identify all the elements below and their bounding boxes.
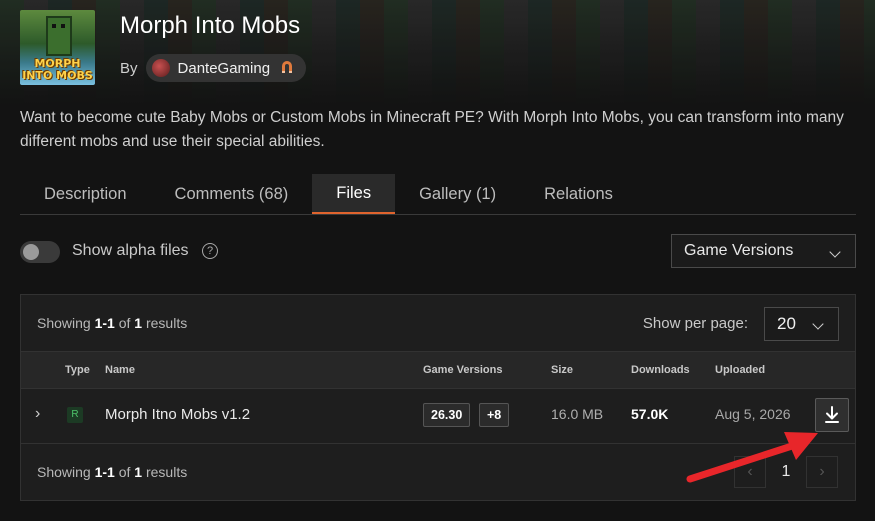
results-total: 1 xyxy=(134,315,143,331)
col-name: Name xyxy=(105,364,135,376)
project-title: Morph Into Mobs xyxy=(120,12,301,39)
col-downloads: Downloads xyxy=(631,364,690,376)
results-range: 1-1 xyxy=(94,315,115,331)
per-page-label: Show per page: xyxy=(642,315,748,332)
game-version-chip: 26.30 xyxy=(423,403,471,427)
results-summary-top: Showing 1-1 of 1 results xyxy=(37,315,187,331)
tab-bar: Description Comments (68) Files Gallery … xyxy=(20,174,856,215)
logo-mob-figure xyxy=(46,16,72,56)
download-icon xyxy=(825,406,839,423)
results-word: results xyxy=(145,315,188,331)
tab-description[interactable]: Description xyxy=(20,174,151,214)
author-name: DanteGaming xyxy=(177,59,271,77)
magnet-icon xyxy=(280,60,294,77)
file-name[interactable]: Morph Itno Mobs v1.2 xyxy=(105,406,250,423)
author-avatar xyxy=(151,59,170,77)
showing-prefix: Showing xyxy=(37,464,91,480)
more-versions-chip[interactable]: +8 xyxy=(479,403,510,427)
chevron-down-icon xyxy=(829,246,841,258)
tab-comments[interactable]: Comments (68) xyxy=(151,174,313,214)
tab-relations[interactable]: Relations xyxy=(520,174,637,214)
col-uploaded: Uploaded xyxy=(715,364,766,376)
expand-row-icon[interactable]: › xyxy=(35,405,40,423)
col-size: Size xyxy=(551,364,574,376)
release-type-badge: R xyxy=(67,407,83,423)
col-type: Type xyxy=(65,364,90,376)
chevron-down-icon xyxy=(812,318,824,330)
project-header: MORPH INTO MOBS Morph Into Mobs By Dante… xyxy=(20,10,860,86)
tab-gallery[interactable]: Gallery (1) xyxy=(395,174,520,214)
files-panel: Showing 1-1 of 1 results Show per page: … xyxy=(20,294,856,501)
pagination-prev-button[interactable]: ‹ xyxy=(734,456,766,488)
game-versions-select[interactable]: Game Versions xyxy=(671,234,856,268)
results-word: results xyxy=(145,464,188,480)
per-page-value: 20 xyxy=(777,314,796,333)
results-total: 1 xyxy=(134,464,143,480)
project-logo: MORPH INTO MOBS xyxy=(20,10,95,85)
showing-prefix: Showing xyxy=(37,315,91,331)
file-uploaded-date: Aug 5, 2026 xyxy=(715,406,791,422)
logo-text: MORPH INTO MOBS xyxy=(22,57,93,82)
game-versions-label: Game Versions xyxy=(684,242,794,259)
pagination-page-1[interactable]: 1 xyxy=(770,456,802,488)
alpha-files-label: Show alpha files xyxy=(72,242,189,259)
col-game-versions: Game Versions xyxy=(423,364,503,376)
table-header: Type Name Game Versions Size Downloads U… xyxy=(21,351,855,389)
of-word: of xyxy=(118,464,131,480)
project-description: Want to become cute Baby Mobs or Custom … xyxy=(20,109,844,150)
help-circle-icon[interactable]: ? xyxy=(202,243,218,259)
file-size: 16.0 MB xyxy=(551,406,604,422)
pagination-next-button[interactable]: › xyxy=(806,456,838,488)
alpha-files-toggle[interactable] xyxy=(20,241,60,263)
per-page-select[interactable]: 20 xyxy=(764,307,839,341)
download-button[interactable] xyxy=(815,398,849,432)
table-row[interactable]: › R Morph Itno Mobs v1.2 26.30 +8 16.0 M… xyxy=(21,388,855,444)
results-summary-bottom: Showing 1-1 of 1 results xyxy=(37,464,187,480)
tab-files[interactable]: Files xyxy=(312,174,396,214)
by-label: By xyxy=(120,59,138,77)
toggle-knob xyxy=(23,244,39,260)
byline: By DanteGaming xyxy=(120,54,307,82)
author-chip[interactable]: DanteGaming xyxy=(145,54,307,82)
file-filters: Show alpha files ? Game Versions xyxy=(20,234,856,270)
of-word: of xyxy=(118,315,131,331)
file-downloads: 57.0K xyxy=(631,406,669,422)
results-range: 1-1 xyxy=(94,464,115,480)
